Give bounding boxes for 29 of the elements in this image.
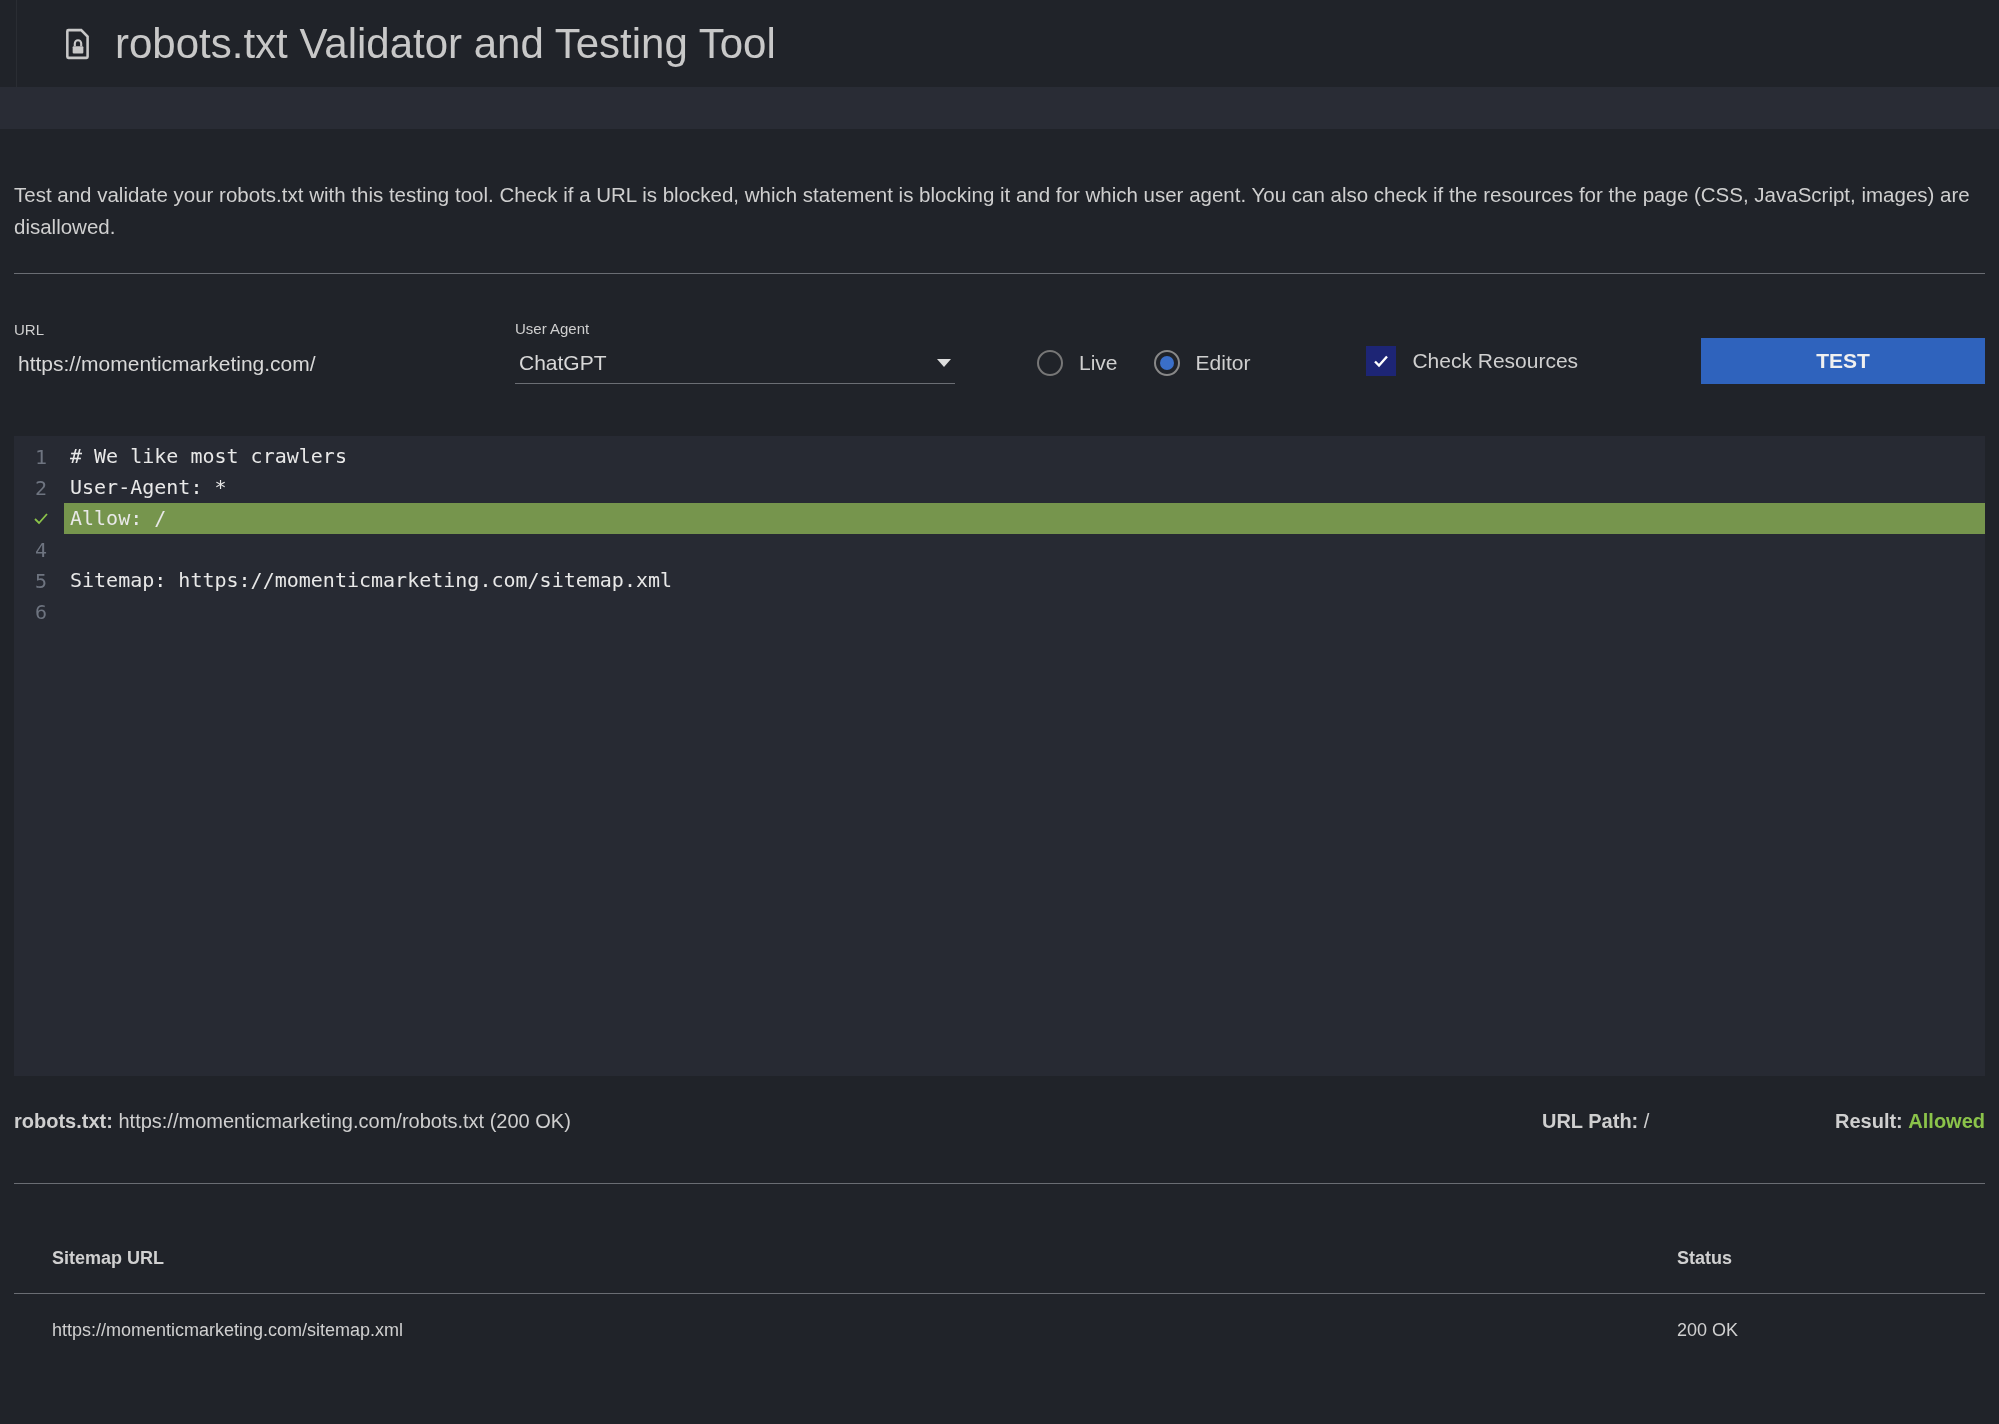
code-line: # We like most crawlers — [69, 443, 348, 470]
mode-radio[interactable]: Editor — [1153, 350, 1251, 376]
code-line: User-Agent: * — [69, 474, 228, 501]
mode-radio[interactable]: Live — [1037, 350, 1118, 376]
line-number: 6 — [34, 599, 47, 624]
field-label: URL — [14, 321, 45, 338]
dropdown-caret-icon — [937, 359, 951, 367]
result-text: Result: Allowed — [1834, 1110, 1985, 1133]
table-cell: https://momenticmarketing.com/sitemap.xml — [14, 1293, 1677, 1367]
table-cell: 200 OK — [1677, 1293, 1985, 1367]
test-button[interactable]: TEST — [1701, 338, 1985, 384]
line-number: 1 — [34, 444, 47, 469]
column-header: Status — [1677, 1248, 1985, 1294]
checkmark-icon — [33, 511, 49, 526]
line-number: 4 — [34, 537, 47, 562]
code-line: Sitemap: https://momenticmarketing.com/sitemap.xml — [69, 567, 674, 594]
document-lock-icon — [65, 27, 91, 60]
page-title: robots.txt Validator and Testing Tool — [115, 19, 776, 68]
field-label: User Agent — [515, 320, 591, 337]
check-resources-checkbox[interactable]: Check Resources — [1366, 346, 1579, 376]
description-text: Test and validate your robots.txt with this testing tool. Check if a URL is blocked, which statement is blocking it and for which user agent. You can also check if the resources for the page (CSS, JavaScript, images) are disallowed. — [14, 182, 1971, 240]
line-number: 2 — [34, 475, 47, 500]
code-editor[interactable]: 1 # We like most crawlers 2 User-Agent: * Allow: / 4 5 Sitemap: https://momenticmarketing.com/sitemap.xml 6 — [14, 436, 1985, 1076]
url-field[interactable]: https://momenticmarketing.com/ — [14, 352, 459, 384]
robots-url-text: robots.txt: https://momenticmarketing.com/robots.txt (200 OK) — [14, 1110, 571, 1133]
column-header: Sitemap URL — [14, 1248, 1677, 1294]
line-number: 5 — [34, 568, 47, 593]
url-path-text: URL Path: / — [1541, 1110, 1651, 1133]
user-agent-dropdown[interactable]: ChatGPT — [515, 351, 955, 384]
